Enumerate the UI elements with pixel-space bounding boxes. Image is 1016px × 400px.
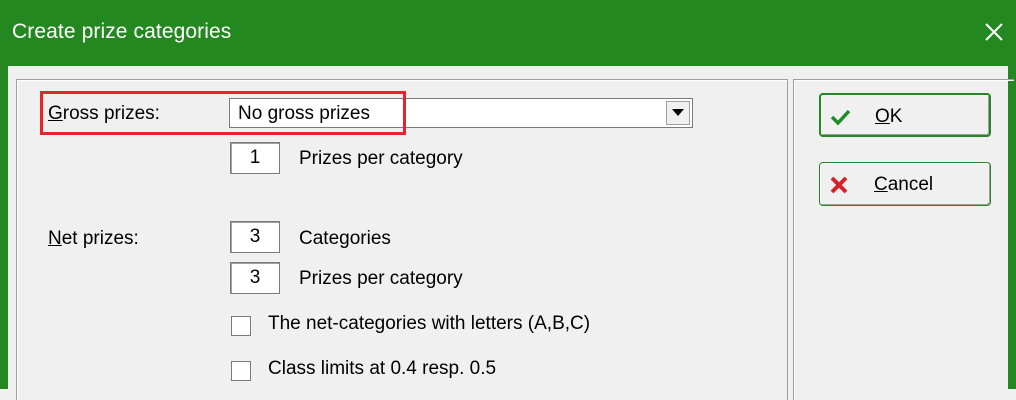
highlight-box — [40, 91, 406, 135]
ok-button[interactable]: OK — [819, 93, 991, 137]
title-bar: Create prize categories — [0, 0, 1016, 66]
net-prizes-label: Net prizes: — [48, 228, 139, 249]
ok-button-label: OK — [875, 106, 903, 127]
cancel-button[interactable]: Cancel — [819, 162, 991, 206]
close-icon[interactable] — [982, 20, 1006, 44]
chevron-down-icon — [672, 109, 684, 116]
net-prizes-per-category-field[interactable]: 3 — [230, 262, 280, 294]
class-limits-checkbox[interactable] — [231, 361, 251, 381]
net-categories-label: Categories — [299, 228, 391, 249]
gross-prizes-per-category-field[interactable]: 1 — [230, 142, 280, 174]
net-prizes-per-category-label: Prizes per category — [299, 268, 463, 289]
window-title: Create prize categories — [12, 20, 232, 43]
checkmark-icon — [830, 109, 851, 126]
red-x-icon — [830, 176, 848, 194]
net-categories-field[interactable]: 3 — [230, 221, 280, 253]
window-border-left — [0, 66, 8, 389]
gross-prizes-per-category-label: Prizes per category — [299, 148, 463, 169]
letters-checkbox[interactable] — [231, 316, 251, 336]
dropdown-arrow-button[interactable] — [666, 101, 690, 125]
class-limits-checkbox-label[interactable]: Class limits at 0.4 resp. 0.5 — [268, 358, 496, 380]
cancel-button-label: Cancel — [874, 174, 934, 195]
letters-checkbox-label[interactable]: The net-categories with letters (A,B,C) — [268, 313, 590, 335]
